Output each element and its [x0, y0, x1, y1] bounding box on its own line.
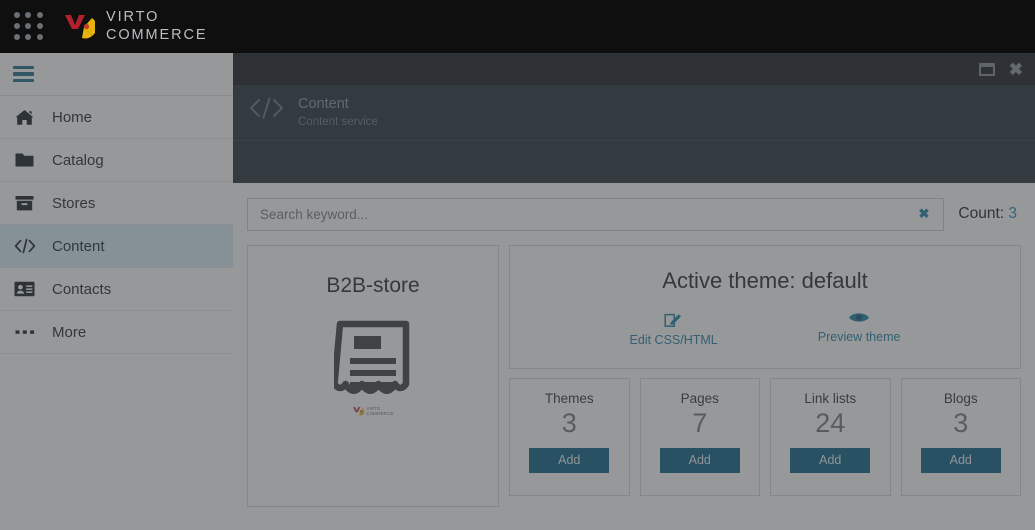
search-field[interactable]: ✖ — [247, 197, 945, 231]
stat-label: Themes — [544, 391, 594, 406]
sidebar-toggle-row — [0, 53, 233, 96]
stat-label: Pages — [680, 391, 719, 406]
store-name: B2B-store — [326, 274, 420, 297]
stat-card-blogs: Blogs 3 Add — [900, 378, 1021, 496]
watermark-line-2: COMMERCE — [366, 410, 394, 416]
blade-window-strip: ✖ — [233, 53, 1035, 85]
sidebar-item-content[interactable]: Content — [0, 225, 233, 268]
store-watermark: VIRTO COMMERCE — [352, 406, 393, 417]
edit-css-html-link[interactable]: Edit CSS/HTML — [630, 310, 718, 347]
theme-actions: Edit CSS/HTML Preview theme — [630, 310, 901, 347]
brand-name: VIRTO COMMERCE — [106, 9, 207, 43]
sidebar-item-more[interactable]: More — [0, 311, 233, 354]
stat-value: 7 — [692, 408, 708, 438]
contact-card-icon — [13, 279, 36, 299]
window-controls: ✖ — [978, 53, 1029, 85]
stat-label: Blogs — [943, 391, 978, 406]
watermark-text: VIRTO COMMERCE — [366, 406, 394, 417]
cards-row: B2B-store VIRTO COMMERCE Active theme: d… — [247, 245, 1021, 507]
sidebar-item-label: Stores — [52, 194, 96, 212]
top-bar: VIRTO COMMERCE — [0, 0, 1035, 53]
code-brackets-icon — [248, 94, 284, 131]
blade-header: Content Content service — [233, 85, 1035, 141]
code-brackets-icon — [13, 236, 36, 256]
count-label: Count: — [958, 205, 1005, 222]
sidebar-item-label: Catalog — [52, 151, 104, 169]
window-restore-icon[interactable] — [978, 62, 995, 76]
archive-box-icon — [13, 193, 36, 213]
sidebar-item-catalog[interactable]: Catalog — [0, 139, 233, 182]
folder-icon — [13, 150, 36, 170]
add-link-list-button[interactable]: Add — [790, 447, 871, 473]
virto-logo-icon — [353, 407, 365, 416]
blade-toolbar-area — [233, 141, 1035, 183]
search-input[interactable] — [260, 198, 913, 230]
preview-theme-label: Preview theme — [817, 329, 901, 344]
stats-row: Themes 3 Add Pages 7 Add Link lists 24 A… — [509, 378, 1021, 496]
sidebar-item-label: Contacts — [52, 280, 112, 298]
brand-line-1: VIRTO — [106, 9, 160, 26]
app-root: VIRTO COMMERCE Home Catalog Stores Conte… — [0, 0, 1035, 530]
blade-header-text: Content Content service — [298, 95, 378, 130]
result-count: Count: 3 — [958, 205, 1021, 223]
active-theme-title: Active theme: default — [662, 267, 868, 293]
add-page-button[interactable]: Add — [659, 447, 740, 473]
virto-logo-icon — [62, 12, 97, 42]
add-theme-button[interactable]: Add — [529, 447, 610, 473]
eye-icon — [848, 310, 870, 325]
edit-pencil-icon — [664, 310, 683, 328]
page-title: Content — [298, 95, 349, 112]
content-blade: ✖ Content Content service ✖ — [233, 53, 1035, 530]
edit-css-html-label: Edit CSS/HTML — [629, 332, 718, 347]
sidebar-item-label: Home — [52, 108, 93, 126]
stat-card-link-lists: Link lists 24 Add — [770, 378, 891, 496]
store-thumbnail: VIRTO COMMERCE — [313, 320, 433, 440]
stat-label: Link lists — [804, 391, 857, 406]
brand-line-2: COMMERCE — [106, 26, 208, 43]
stat-value: 3 — [953, 408, 969, 438]
blade-body: ✖ Count: 3 B2B-store — [233, 183, 1035, 530]
count-value: 3 — [1008, 205, 1017, 222]
home-icon — [13, 107, 36, 127]
brand[interactable]: VIRTO COMMERCE — [62, 9, 207, 43]
close-icon[interactable]: ✖ — [1009, 61, 1023, 78]
stat-card-pages: Pages 7 Add — [639, 378, 760, 496]
preview-theme-link[interactable]: Preview theme — [817, 310, 901, 347]
sidebar-item-stores[interactable]: Stores — [0, 182, 233, 225]
hamburger-icon[interactable] — [13, 66, 34, 82]
stat-value: 3 — [561, 408, 577, 438]
ellipsis-icon — [13, 322, 36, 342]
page-subtitle: Content service — [298, 115, 378, 128]
theme-panel: Active theme: default Edit CSS/HTML Prev… — [509, 245, 1021, 496]
grid-dots-icon[interactable] — [14, 11, 44, 42]
stat-value: 24 — [815, 408, 846, 438]
sidebar-item-label: Content — [52, 237, 105, 255]
document-receipt-icon — [334, 320, 412, 402]
active-theme-box: Active theme: default Edit CSS/HTML Prev… — [509, 245, 1021, 369]
sidebar: Home Catalog Stores Content Contacts Mor… — [0, 53, 233, 530]
clear-x-icon[interactable]: ✖ — [912, 206, 935, 222]
search-row: ✖ Count: 3 — [247, 183, 1021, 245]
store-card-b2b[interactable]: B2B-store VIRTO COMMERCE — [247, 245, 499, 507]
sidebar-item-home[interactable]: Home — [0, 96, 233, 139]
sidebar-item-label: More — [52, 323, 87, 341]
stat-card-themes: Themes 3 Add — [509, 378, 630, 496]
add-blog-button[interactable]: Add — [920, 447, 1001, 473]
sidebar-item-contacts[interactable]: Contacts — [0, 268, 233, 311]
